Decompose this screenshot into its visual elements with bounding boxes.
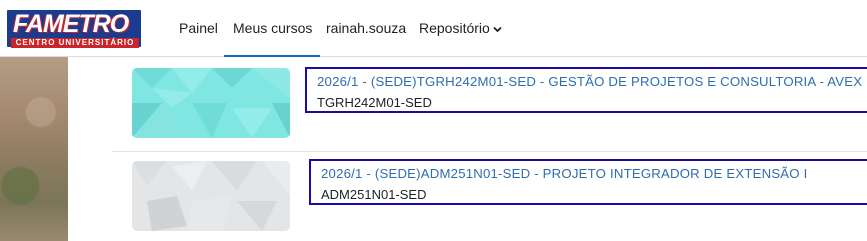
course-shortname: ADM251N01-SED bbox=[321, 187, 427, 202]
nav-item-painel[interactable]: Painel bbox=[179, 20, 218, 36]
fametro-logo[interactable]: FAMETRO CENTRO UNIVERSITÁRIO bbox=[5, 8, 143, 49]
course-title-link[interactable]: 2026/1 - (SEDE)ADM251N01-SED - PROJETO I… bbox=[321, 166, 808, 181]
course-title-link[interactable]: 2026/1 - (SEDE)TGRH242M01-SED - GESTÃO D… bbox=[317, 74, 862, 89]
course-thumbnail[interactable] bbox=[132, 161, 290, 231]
course-item: 2026/1 - (SEDE)TGRH242M01-SED - GESTÃO D… bbox=[112, 57, 867, 152]
course-title-highlight: 2026/1 - (SEDE)ADM251N01-SED - PROJETO I… bbox=[309, 159, 867, 205]
course-shortname: TGRH242M01-SED bbox=[317, 95, 432, 110]
course-title-highlight: 2026/1 - (SEDE)TGRH242M01-SED - GESTÃO D… bbox=[305, 67, 867, 113]
logo-wordmark: FAMETRO bbox=[13, 10, 129, 38]
background-image bbox=[0, 57, 68, 241]
nav-item-repositorio[interactable]: Repositório bbox=[419, 20, 502, 36]
logo-subtitle: CENTRO UNIVERSITÁRIO bbox=[11, 38, 139, 48]
course-thumbnail[interactable] bbox=[132, 68, 290, 138]
nav-item-repositorio-label: Repositório bbox=[419, 20, 490, 36]
nav-item-username[interactable]: rainah.souza bbox=[326, 20, 406, 36]
chevron-down-icon bbox=[493, 24, 502, 36]
top-navbar: FAMETRO CENTRO UNIVERSITÁRIO Painel Meus… bbox=[0, 0, 867, 58]
nav-item-meus-cursos[interactable]: Meus cursos bbox=[233, 20, 312, 36]
course-item: 2026/1 - (SEDE)ADM251N01-SED - PROJETO I… bbox=[112, 151, 867, 241]
course-list: 2026/1 - (SEDE)TGRH242M01-SED - GESTÃO D… bbox=[68, 57, 867, 241]
